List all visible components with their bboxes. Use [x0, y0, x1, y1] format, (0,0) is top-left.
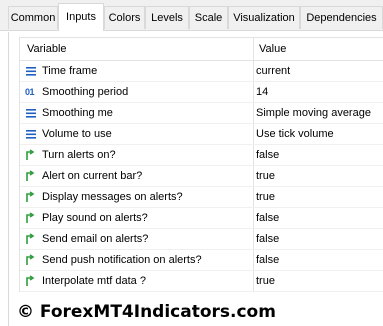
watermark-footer: © ForexMT4Indicators.com — [17, 302, 276, 322]
parameter-name: Time frame — [42, 65, 98, 77]
enum-icon — [26, 67, 36, 76]
bool-arrow-icon — [26, 191, 35, 202]
table-row[interactable]: Send email on alerts? false — [20, 229, 383, 250]
parameter-value[interactable]: Use tick volume — [253, 124, 383, 144]
parameter-name-cell: Send push notification on alerts? — [20, 250, 252, 270]
parameter-value[interactable]: false — [253, 208, 383, 228]
tab-inputs[interactable]: Inputs — [58, 3, 104, 31]
tab-colors[interactable]: Colors — [104, 6, 145, 29]
column-header-variable-label: Variable — [27, 43, 67, 55]
parameter-value[interactable]: false — [253, 250, 383, 270]
parameter-name-cell: Alert on current bar? — [20, 166, 252, 186]
parameter-name: Display messages on alerts? — [42, 191, 183, 203]
parameter-name: Play sound on alerts? — [42, 212, 148, 224]
table-header: Variable Value — [20, 38, 383, 61]
enum-icon — [26, 109, 36, 118]
table-row[interactable]: Send push notification on alerts? false — [20, 250, 383, 271]
parameter-value[interactable]: Simple moving average — [253, 103, 383, 123]
parameter-name-cell: Smoothing me — [20, 103, 252, 123]
table-row[interactable]: Time frame current — [20, 61, 383, 82]
parameter-value[interactable]: false — [253, 229, 383, 249]
table-row[interactable]: Turn alerts on? false — [20, 145, 383, 166]
bool-arrow-icon — [26, 212, 35, 223]
bool-arrow-icon — [26, 254, 35, 265]
parameter-name-cell: Volume to use — [20, 124, 252, 144]
parameters-table: Variable Value Time frame current 01 Smooth… — [19, 37, 383, 292]
enum-icon — [26, 130, 36, 139]
parameter-value[interactable]: 14 — [253, 82, 383, 102]
bool-arrow-icon — [26, 149, 35, 160]
table-row[interactable]: Alert on current bar? true — [20, 166, 383, 187]
parameter-name-cell: Send email on alerts? — [20, 229, 252, 249]
bool-arrow-icon — [26, 275, 35, 286]
table-row[interactable]: Volume to use Use tick volume — [20, 124, 383, 145]
parameter-name: Smoothing me — [42, 107, 113, 119]
table-row[interactable]: Play sound on alerts? false — [20, 208, 383, 229]
parameter-name: Turn alerts on? — [42, 149, 116, 161]
table-row[interactable]: Interpolate mtf data ? true — [20, 271, 383, 292]
tab-bar: Common Inputs Colors Levels Scale Visual… — [0, 0, 383, 31]
column-header-variable[interactable]: Variable — [20, 38, 252, 60]
parameter-name-cell: Time frame — [20, 61, 252, 81]
parameter-value[interactable]: true — [253, 271, 383, 291]
table-row[interactable]: 01 Smoothing period 14 — [20, 82, 383, 103]
parameter-name: Volume to use — [42, 128, 112, 140]
integer-icon: 01 — [25, 87, 35, 97]
parameter-name-cell: Play sound on alerts? — [20, 208, 252, 228]
parameter-name-cell: Interpolate mtf data ? — [20, 271, 252, 291]
tab-visualization[interactable]: Visualization — [228, 6, 300, 29]
tab-common[interactable]: Common — [8, 6, 58, 29]
table-row[interactable]: Display messages on alerts? true — [20, 187, 383, 208]
parameter-name-cell: 01 Smoothing period — [20, 82, 252, 102]
parameter-value[interactable]: current — [253, 61, 383, 81]
parameter-name: Send email on alerts? — [42, 233, 149, 245]
tab-scale[interactable]: Scale — [189, 6, 228, 29]
table-row[interactable]: Smoothing me Simple moving average — [20, 103, 383, 124]
tab-dependencies[interactable]: Dependencies — [300, 6, 383, 29]
parameter-name: Send push notification on alerts? — [42, 254, 202, 266]
bool-arrow-icon — [26, 233, 35, 244]
parameter-value[interactable]: false — [253, 145, 383, 165]
bool-arrow-icon — [26, 170, 35, 181]
tab-levels[interactable]: Levels — [145, 6, 189, 29]
parameter-value[interactable]: true — [253, 166, 383, 186]
parameter-value[interactable]: true — [253, 187, 383, 207]
parameter-name-cell: Turn alerts on? — [20, 145, 252, 165]
column-header-value[interactable]: Value — [253, 38, 383, 60]
parameter-name-cell: Display messages on alerts? — [20, 187, 252, 207]
parameter-name: Smoothing period — [42, 86, 129, 98]
parameter-name: Interpolate mtf data ? — [42, 275, 146, 287]
parameter-name: Alert on current bar? — [42, 170, 143, 182]
